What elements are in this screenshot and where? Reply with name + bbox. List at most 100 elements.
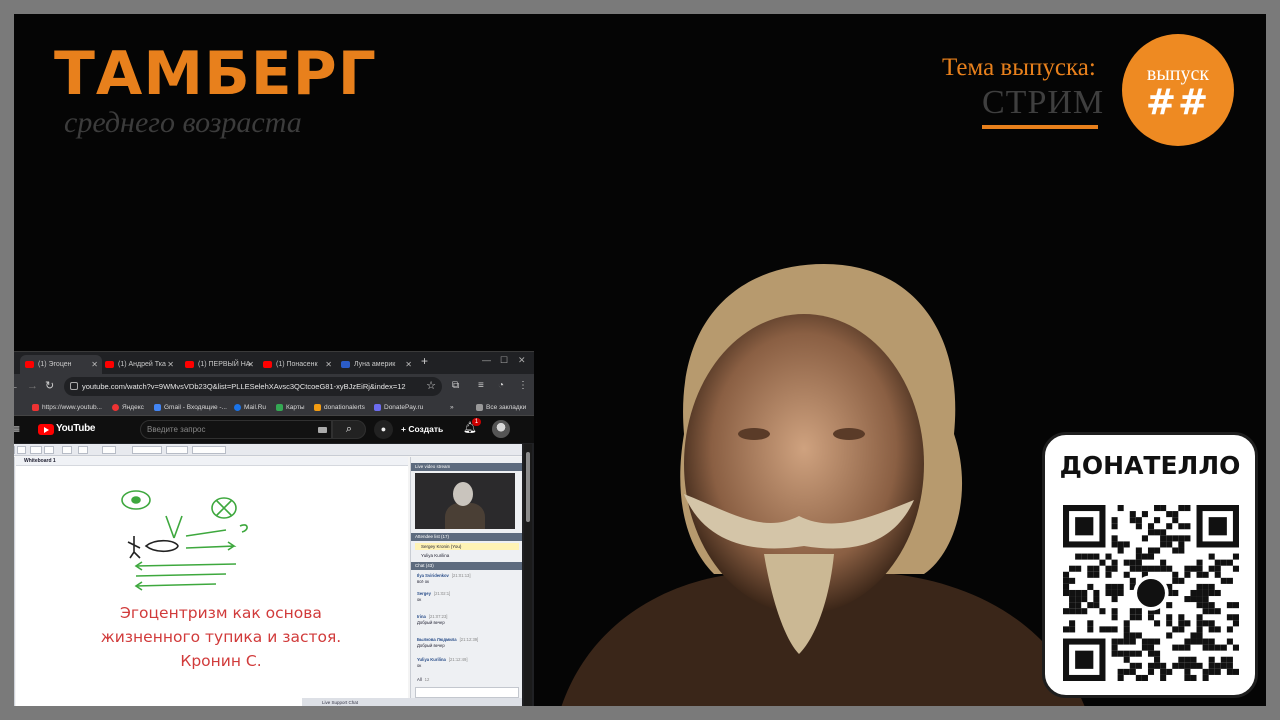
browser-tab[interactable]: (1) Андрей Тка ✕ (100, 355, 178, 374)
back-icon[interactable]: ← (14, 379, 19, 393)
maximize-icon[interactable]: ☐ (500, 355, 508, 366)
browser-tab[interactable]: (1) Понасенк ✕ (258, 355, 336, 374)
show-logo-subtitle: среднего возраста (64, 106, 302, 139)
bookmark-item[interactable]: Яндекс (112, 399, 144, 416)
edit-menu[interactable] (17, 446, 26, 454)
close-tab-icon[interactable]: ✕ (405, 355, 412, 374)
youtube-favicon-icon (32, 404, 39, 411)
close-tab-icon[interactable]: ✕ (325, 355, 332, 374)
caption-line: жизненного тупика и застоя. (100, 628, 342, 646)
avatar[interactable] (492, 420, 510, 438)
browser-tab[interactable]: (1) Эгоцен ✕ (20, 355, 102, 374)
tab-label: (1) Понасенк (276, 361, 318, 368)
more-bookmarks-icon[interactable]: » (450, 399, 454, 416)
badge-number: ## (1145, 82, 1211, 123)
presenter-menu[interactable] (432, 446, 492, 454)
poll-button[interactable] (166, 446, 188, 454)
redo-icon[interactable] (44, 446, 54, 454)
video-player[interactable]: Whiteboard 1 Эгоцентризм как основа жизн… (14, 444, 522, 706)
donate-qr-code[interactable] (1063, 505, 1239, 681)
playlist-icon[interactable]: ≡ (478, 379, 484, 393)
close-tab-icon[interactable]: ✕ (167, 355, 174, 374)
search-button[interactable]: ⌕ (332, 420, 366, 439)
whiteboard-tab[interactable]: Whiteboard 1 (16, 457, 408, 466)
hamburger-menu-icon[interactable]: ≡ (14, 422, 20, 436)
search-placeholder: Введите запрос (147, 425, 206, 434)
youtube-logo-icon[interactable] (38, 424, 54, 435)
youtube-wordmark[interactable]: YouTube (56, 423, 96, 434)
close-window-icon[interactable]: ✕ (518, 355, 526, 366)
bookmark-item[interactable]: Все закладки (476, 399, 526, 416)
tab-label: (1) ПЕРВЫЙ НА (198, 361, 251, 368)
chat-recipient-select[interactable]: All (417, 677, 422, 682)
youtube-favicon-icon (25, 361, 34, 368)
chat-message: Irina [21:07:23] Добрый вечер (417, 614, 448, 625)
url-input[interactable]: youtube.com/watch?v=9WMvsVDb23Q&list=PLL… (64, 377, 442, 396)
copy-icon[interactable] (62, 446, 72, 454)
site-info-icon[interactable] (70, 382, 78, 390)
bookmark-item[interactable]: https://www.youtub... (32, 399, 102, 416)
star-icon[interactable]: ☆ (426, 379, 436, 392)
bookmarks-bar: ▦ https://www.youtub... Яндекс Gmail - В… (14, 399, 534, 416)
bookmark-item[interactable]: Карты (276, 399, 305, 416)
profile-icon[interactable]: ◔ (498, 379, 504, 393)
reload-icon[interactable]: ↻ (45, 379, 54, 393)
episode-label: Тема выпуска: (942, 54, 1096, 81)
layout-icon[interactable] (102, 446, 116, 454)
donationalerts-favicon-icon (314, 404, 321, 411)
file-menu[interactable] (14, 446, 15, 454)
browser-tab[interactable]: (1) ПЕРВЫЙ НА ✕ (180, 355, 258, 374)
screen-button[interactable] (132, 446, 162, 454)
address-bar: ← → ↻ youtube.com/watch?v=9WMvsVDb23Q&li… (14, 374, 534, 399)
extensions-icon[interactable]: ⧉ (452, 379, 459, 393)
menu-icon[interactable]: ⋮ (518, 379, 528, 393)
chat-panel-header[interactable]: Chat (43) (411, 562, 522, 570)
close-tab-icon[interactable]: ✕ (247, 355, 254, 374)
create-button[interactable]: + Создать (401, 421, 443, 438)
undo-icon[interactable] (30, 446, 42, 454)
show-logo-title: ТАМБЕРГ (54, 39, 377, 109)
chat-input[interactable] (415, 687, 519, 698)
page-scrollbar[interactable] (524, 444, 532, 706)
url-text: youtube.com/watch?v=9WMvsVDb23Q&list=PLL… (82, 382, 406, 391)
new-tab-button[interactable]: + (421, 354, 428, 368)
youtube-header: ≡ YouTube Введите запрос ⌕ ● + Создать 🔔… (14, 416, 534, 443)
minimize-icon[interactable]: — (482, 355, 491, 365)
forward-icon[interactable]: → (27, 379, 38, 393)
scrollbar-thumb[interactable] (526, 452, 530, 522)
search-input[interactable]: Введите запрос (140, 420, 332, 439)
webcam-face (453, 482, 473, 506)
chat-controls[interactable]: All 12 (417, 677, 517, 683)
close-tab-icon[interactable]: ✕ (91, 355, 98, 374)
drawing-tools (14, 457, 15, 706)
bookmark-item[interactable]: DonatePay.ru (374, 399, 423, 416)
donate-card: ДОНАТЕЛЛО (1042, 432, 1258, 698)
stream-stage: ТАМБЕРГ среднего возраста Тема выпуска: … (0, 0, 1280, 720)
attendees-panel-header[interactable]: Attendee list (17) (411, 533, 522, 541)
status-strip[interactable]: Live Support Chat (302, 698, 522, 706)
paste-icon[interactable] (78, 446, 88, 454)
yandex-favicon-icon (112, 404, 119, 411)
bookmark-item[interactable]: donationalerts (314, 399, 365, 416)
webcam-feed (415, 473, 515, 529)
whiteboard-canvas[interactable]: Эгоцентризм как основа жизненного тупика… (16, 466, 408, 706)
voice-search-icon[interactable]: ● (374, 420, 393, 439)
youtube-favicon-icon (263, 361, 272, 368)
bookmark-item[interactable]: Mail.Ru (234, 399, 266, 416)
stream-frame: ТАМБЕРГ среднего возраста Тема выпуска: … (14, 14, 1266, 706)
conference-side-panel: Live video stream Attendee list (17) Ser… (410, 457, 522, 706)
font-size-select[interactable]: 12 (425, 677, 430, 682)
video-panel-header[interactable]: Live video stream (411, 463, 522, 471)
maps-favicon-icon (276, 404, 283, 411)
whiteboard-toolbar (14, 444, 522, 456)
attendee-item[interactable]: Sergey Kronin (You) (415, 543, 519, 550)
download-button[interactable] (192, 446, 226, 454)
bookmark-item[interactable]: Gmail - Входящие -... (154, 399, 227, 416)
gmail-favicon-icon (154, 404, 161, 411)
browser-tab[interactable]: Луна америк ✕ (336, 355, 416, 374)
keyboard-icon[interactable] (318, 427, 327, 433)
notifications-count-badge: 1 (472, 418, 481, 426)
site-favicon-icon (341, 361, 350, 368)
mailru-favicon-icon (234, 404, 241, 411)
attendee-item[interactable]: Yuliya Kurilina (415, 552, 519, 559)
